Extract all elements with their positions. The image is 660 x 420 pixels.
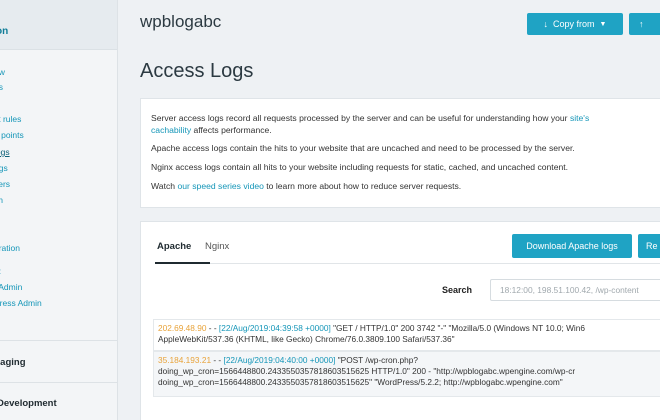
log-request: "GET / HTTP/1.0" 200 3742 "-" "Mozilla/5… xyxy=(330,323,585,333)
sidebar-item-ssh[interactable]: sh xyxy=(0,195,3,205)
sidebar-item-migration[interactable]: gration xyxy=(0,243,20,253)
tab-apache[interactable]: Apache xyxy=(157,241,191,252)
caret-down-icon: ▼ xyxy=(599,20,607,28)
sidebar-item-domains[interactable]: ns xyxy=(0,82,3,92)
arrow-up-icon: ↑ xyxy=(639,19,644,29)
log-date: [22/Aug/2019:04:39:58 +0000] xyxy=(218,323,331,333)
sidebar-heading[interactable]: on xyxy=(0,26,8,37)
sidebar-section-staging[interactable]: taging xyxy=(0,357,26,368)
log-ip: 35.184.193.21 xyxy=(158,355,212,365)
logs-card: Apache Nginx Download Apache logs Re Sea… xyxy=(140,221,660,420)
sidebar-item-error-logs[interactable]: ogs xyxy=(0,163,8,173)
search-label: Search xyxy=(442,285,473,295)
copy-from-button[interactable]: ↓ Copy from ▼ xyxy=(527,13,623,35)
sidebar-header: on xyxy=(0,0,117,50)
sidebar-item-redirect-rules[interactable]: ct rules xyxy=(0,114,21,124)
log-entry: 202.69.48.90 - - [22/Aug/2019:04:39:58 +… xyxy=(153,319,660,351)
tab-nginx[interactable]: Nginx xyxy=(205,241,229,252)
page-title: Access Logs xyxy=(140,60,254,82)
sidebar-section-development[interactable]: Development xyxy=(0,398,57,409)
sidebar-item-phpmyadmin[interactable]: vAdmin xyxy=(0,282,22,292)
active-tab-indicator xyxy=(155,262,210,264)
log-request: "POST /wp-cron.php? xyxy=(335,355,418,365)
sidebar-item-access-logs[interactable]: logs xyxy=(0,147,10,157)
log-request: doing_wp_cron=1566448800.243355035781860… xyxy=(158,377,563,387)
log-ip: 202.69.48.90 xyxy=(158,323,207,333)
download-icon: ↓ xyxy=(543,19,549,29)
info-line: Watch our speed series video to learn mo… xyxy=(151,181,462,191)
log-request: AppleWebKit/537.36 (KHTML, like Gecko) C… xyxy=(158,334,455,344)
log-date: [22/Aug/2019:04:40:00 +0000] xyxy=(223,355,336,365)
cachability-link[interactable]: cachability xyxy=(151,125,191,135)
sidebar-item-go-to: o: xyxy=(0,266,1,276)
sidebar: on ew ns ct rules o points logs ogs sers… xyxy=(0,0,118,420)
copy-to-button[interactable]: ↑ xyxy=(629,13,660,35)
refresh-button[interactable]: Re xyxy=(638,234,660,258)
speed-video-link[interactable]: our speed series video xyxy=(177,181,263,191)
info-line: Apache access logs contain the hits to y… xyxy=(151,143,575,153)
info-line: Nginx access logs contain all hits to yo… xyxy=(151,162,569,172)
search-input[interactable]: 18:12:00, 198.51.100.42, /wp-content xyxy=(490,279,660,301)
sidebar-item-wordpress-admin[interactable]: Press Admin xyxy=(0,298,42,308)
sidebar-divider xyxy=(0,382,117,383)
info-card: Server access logs record all requests p… xyxy=(140,98,660,208)
sidebar-divider xyxy=(0,340,117,341)
info-line: Server access logs record all requests p… xyxy=(151,113,590,135)
copy-from-label: Copy from xyxy=(553,19,595,29)
log-request: doing_wp_cron=1566448800.243355035781860… xyxy=(158,366,576,376)
log-entry: 35.184.193.21 - - [22/Aug/2019:04:40:00 … xyxy=(153,351,660,397)
sidebar-item-users[interactable]: sers xyxy=(0,179,10,189)
site-name: wpblogabc xyxy=(140,12,222,31)
sidebar-item-backup-points[interactable]: o points xyxy=(0,130,24,140)
sidebar-item-overview[interactable]: ew xyxy=(0,67,5,77)
sites-link[interactable]: site's xyxy=(570,113,589,123)
download-logs-button[interactable]: Download Apache logs xyxy=(512,234,632,258)
tabs-divider xyxy=(155,263,660,264)
